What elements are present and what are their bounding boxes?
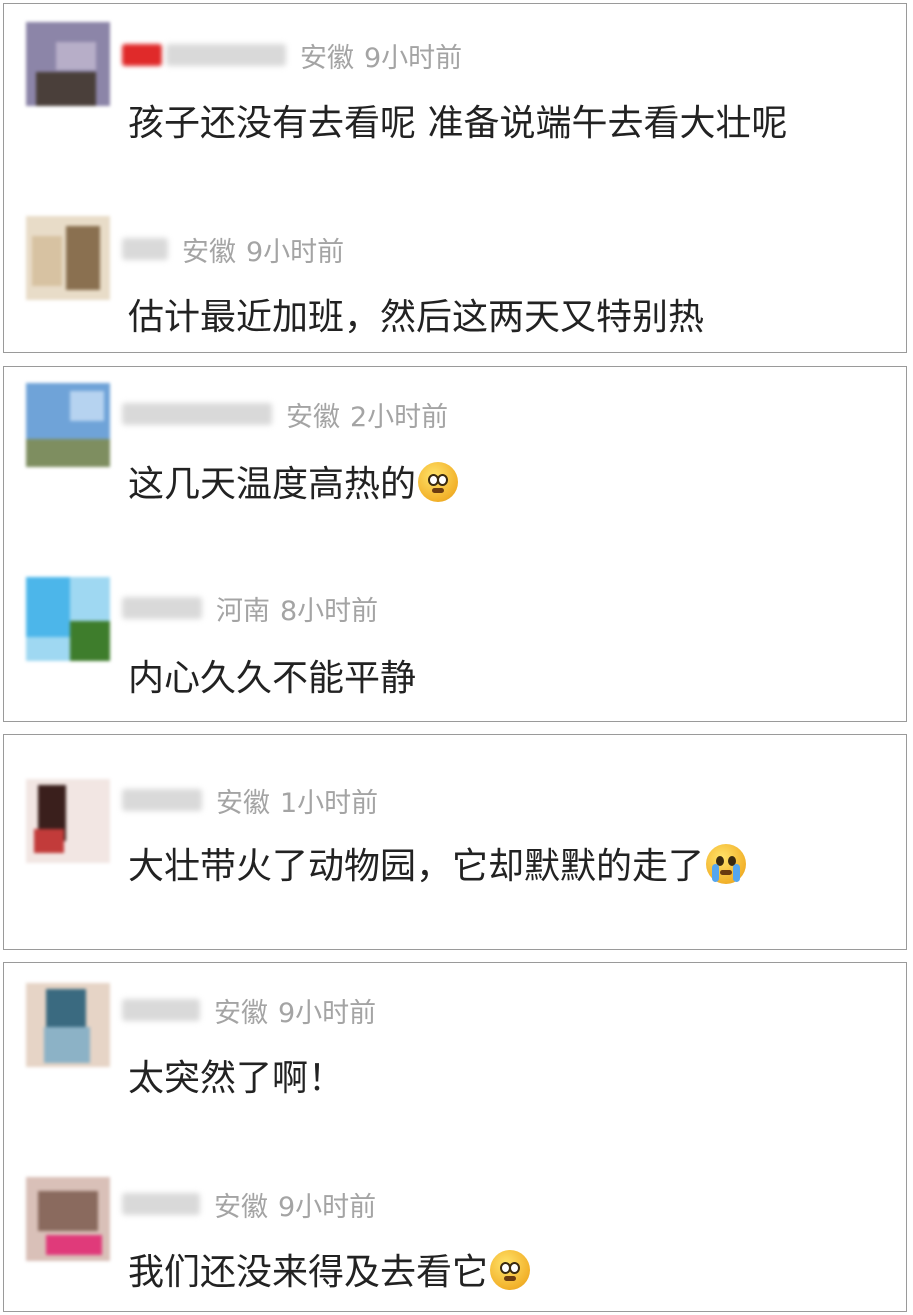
comment-region: 安徽 bbox=[286, 401, 340, 433]
user-avatar[interactable] bbox=[26, 22, 110, 106]
comment-time: 9小时前 bbox=[364, 42, 463, 74]
comment-item: 安徽 9小时前 估计最近加班，然后这两天又特别热 bbox=[4, 216, 906, 338]
comment-text: 孩子还没有去看呢 准备说端午去看大壮呢 bbox=[128, 103, 788, 144]
comment-item: 安徽 9小时前 孩子还没有去看呢 准备说端午去看大壮呢 bbox=[4, 22, 906, 144]
comment-card: 安徽 2小时前 这几天温度高热的 河南 8小时前 内心久久不能平静 bbox=[3, 366, 907, 722]
comment-text: 这几天温度高热的 bbox=[128, 455, 459, 507]
comment-time: 1小时前 bbox=[280, 787, 379, 819]
comment-card: 安徽 1小时前 大壮带火了动物园，它却默默的走了 bbox=[3, 734, 907, 950]
comment-meta: 安徽 1小时前 bbox=[122, 781, 378, 819]
comment-meta: 安徽 9小时前 bbox=[122, 36, 462, 74]
comment-time: 9小时前 bbox=[278, 1191, 377, 1223]
username[interactable] bbox=[122, 789, 202, 811]
comment-time: 9小时前 bbox=[246, 236, 345, 268]
comment-time: 8小时前 bbox=[280, 595, 379, 627]
crying-face-icon bbox=[706, 844, 747, 884]
user-avatar[interactable] bbox=[26, 983, 110, 1067]
user-avatar[interactable] bbox=[26, 383, 110, 467]
comment-card: 安徽 9小时前 孩子还没有去看呢 准备说端午去看大壮呢 安徽 9小时前 估计最近… bbox=[3, 3, 907, 353]
sad-face-icon bbox=[490, 1250, 531, 1290]
comment-text: 大壮带火了动物园，它却默默的走了 bbox=[128, 837, 747, 889]
comment-time: 9小时前 bbox=[278, 997, 377, 1029]
comment-region: 安徽 bbox=[216, 787, 270, 819]
username[interactable] bbox=[122, 999, 200, 1021]
comment-time: 2小时前 bbox=[350, 401, 449, 433]
comment-item: 安徽 2小时前 这几天温度高热的 bbox=[4, 383, 906, 505]
comment-item: 河南 8小时前 内心久久不能平静 bbox=[4, 577, 906, 699]
comment-item: 安徽 9小时前 太突然了啊！ bbox=[4, 983, 906, 1103]
comment-region: 河南 bbox=[216, 595, 270, 627]
comment-item: 安徽 1小时前 大壮带火了动物园，它却默默的走了 bbox=[4, 779, 906, 899]
comment-meta: 安徽 9小时前 bbox=[122, 230, 344, 268]
comment-meta: 安徽 9小时前 bbox=[122, 1185, 376, 1223]
pleading-face-icon bbox=[418, 462, 459, 502]
comment-card: 安徽 9小时前 太突然了啊！ 安徽 9小时前 我们还没来得及去看它 bbox=[3, 962, 907, 1312]
user-avatar[interactable] bbox=[26, 1177, 110, 1261]
username[interactable] bbox=[122, 403, 272, 425]
comment-text: 估计最近加班，然后这两天又特别热 bbox=[128, 297, 705, 338]
comment-text: 太突然了啊！ bbox=[128, 1058, 345, 1099]
username[interactable] bbox=[122, 1193, 200, 1215]
comment-text: 内心久久不能平静 bbox=[128, 658, 417, 699]
username[interactable] bbox=[122, 238, 168, 260]
comment-region: 安徽 bbox=[214, 1191, 268, 1223]
comment-region: 安徽 bbox=[214, 997, 268, 1029]
comment-region: 安徽 bbox=[182, 236, 236, 268]
comment-text: 我们还没来得及去看它 bbox=[128, 1243, 531, 1295]
comment-region: 安徽 bbox=[300, 42, 354, 74]
comment-meta: 河南 8小时前 bbox=[122, 589, 378, 627]
comment-meta: 安徽 2小时前 bbox=[122, 395, 448, 433]
username[interactable] bbox=[122, 44, 286, 66]
user-avatar[interactable] bbox=[26, 577, 110, 661]
comment-meta: 安徽 9小时前 bbox=[122, 991, 376, 1029]
username[interactable] bbox=[122, 597, 202, 619]
user-avatar[interactable] bbox=[26, 779, 110, 863]
user-avatar[interactable] bbox=[26, 216, 110, 300]
comment-item: 安徽 9小时前 我们还没来得及去看它 bbox=[4, 1177, 906, 1297]
